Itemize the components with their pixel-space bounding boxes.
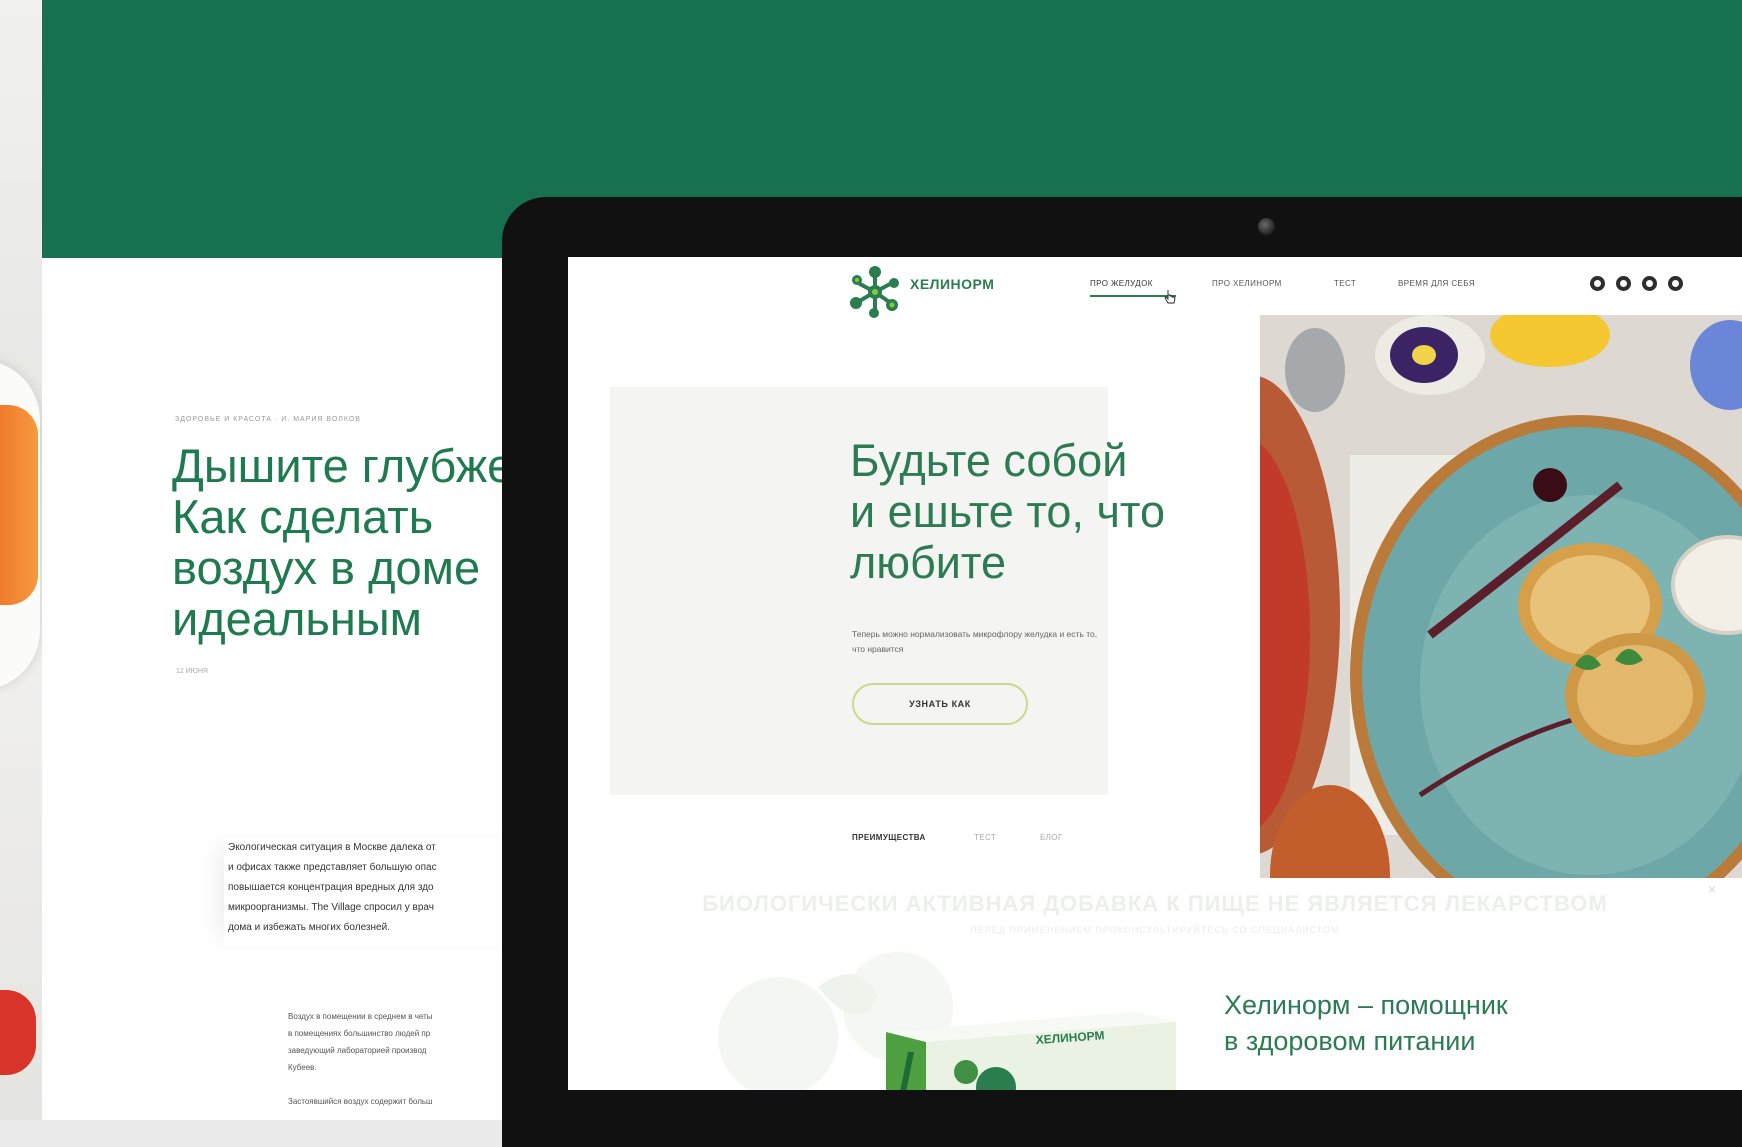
nav-item-stomach[interactable]: ПРО ЖЕЛУДОК bbox=[1090, 279, 1176, 297]
mouse-cursor-icon bbox=[1164, 290, 1176, 304]
hero-subtitle: Теперь можно нормализовать микрофлору же… bbox=[852, 629, 1098, 654]
webcam bbox=[1258, 218, 1275, 235]
logo-icon[interactable] bbox=[844, 261, 906, 323]
youtube-icon[interactable] bbox=[1642, 276, 1657, 291]
nav-item-helinorm[interactable]: ПРО ХЕЛИНОРМ bbox=[1212, 279, 1282, 288]
logo-text[interactable]: ХЕЛИНОРМ bbox=[910, 276, 994, 292]
monitor-frame: ХЕЛИНОРМ ПРО ЖЕЛУДОК ПРО ХЕЛИНОРМ ТЕСТ В… bbox=[502, 197, 1742, 1147]
article-title: Дышите глубже: Как сделать воздух в доме… bbox=[172, 439, 527, 645]
product-box-image: ХЕЛИНОРМ bbox=[886, 1012, 1176, 1090]
side-photo-strip bbox=[0, 0, 42, 1120]
product-heading: Хелинорм – помощник в здоровом питании bbox=[1224, 990, 1508, 1056]
article-paragraph: Экологическая ситуация в Москве далека о… bbox=[224, 838, 548, 946]
article-meta: ЗДОРОВЬЕ И КРАСОТА · И. МАРИЯ ВОЛКОВ bbox=[175, 416, 361, 423]
facebook-icon[interactable] bbox=[1616, 276, 1631, 291]
website-screen: ХЕЛИНОРМ ПРО ЖЕЛУДОК ПРО ХЕЛИНОРМ ТЕСТ В… bbox=[568, 257, 1742, 1090]
instagram-icon[interactable] bbox=[1590, 276, 1605, 291]
nav-item-time-for-yourself[interactable]: ВРЕМЯ ДЛЯ СЕБЯ bbox=[1398, 279, 1475, 288]
orange-slice-image bbox=[0, 405, 38, 605]
tab-advantages[interactable]: ПРЕИМУЩЕСТВА bbox=[852, 833, 926, 842]
article-date: 12 ИЮНЯ bbox=[176, 668, 208, 675]
tab-test[interactable]: ТЕСТ bbox=[974, 833, 996, 842]
strawberry-image bbox=[0, 990, 36, 1075]
disclaimer-subtext: ПЕРЕД ПРИМЕНЕНИЕМ ПРОКОНСУЛЬТИРУЙТЕСЬ СО… bbox=[970, 925, 1340, 935]
learn-how-button[interactable]: УЗНАТЬ КАК bbox=[852, 683, 1028, 725]
close-icon[interactable]: × bbox=[1708, 881, 1716, 897]
nav-item-test[interactable]: ТЕСТ bbox=[1334, 279, 1356, 288]
tab-blog[interactable]: БЛОГ bbox=[1040, 833, 1063, 842]
hero-title: Будьте собой и ешьте то, что любите bbox=[850, 435, 1166, 588]
vk-icon[interactable] bbox=[1668, 276, 1683, 291]
hero-food-photo bbox=[1260, 315, 1742, 878]
disclaimer-banner: БИОЛОГИЧЕСКИ АКТИВНАЯ ДОБАВКА К ПИЩЕ НЕ … bbox=[702, 891, 1608, 916]
